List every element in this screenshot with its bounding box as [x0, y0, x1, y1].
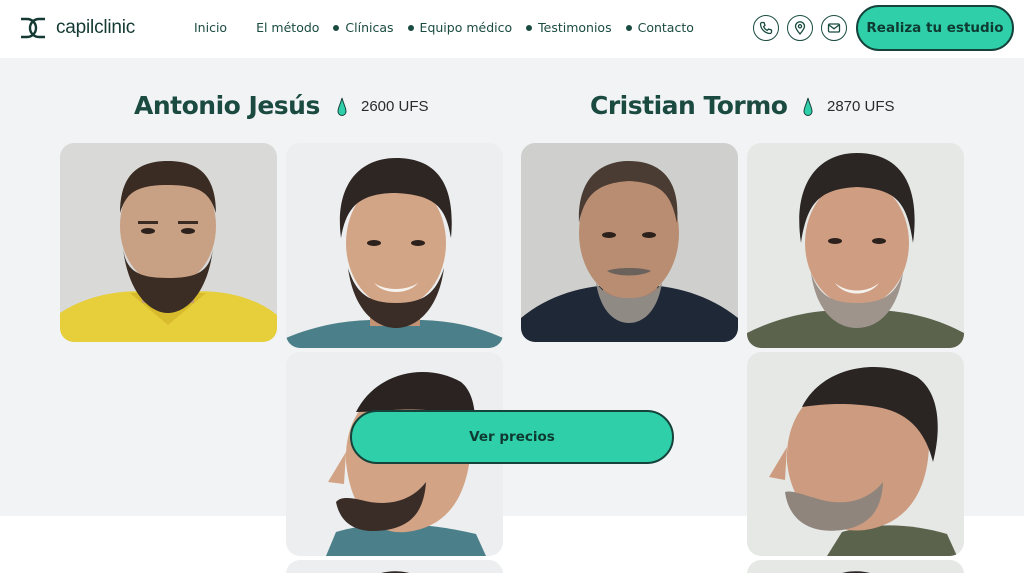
location-button[interactable]: [787, 15, 813, 41]
nav-dot-icon: [625, 24, 632, 31]
logo-mark-icon: [21, 17, 45, 39]
patient-photo-profile[interactable]: [747, 352, 964, 556]
patient-name: Cristian Tormo: [590, 91, 788, 120]
patient-photo-image: [286, 143, 503, 348]
ufs-count: 2600 UFS: [361, 98, 429, 115]
main-nav: Inicio El método Clínicas Equipo médico …: [194, 20, 694, 35]
realiza-tu-estudio-button[interactable]: Realiza tu estudio: [856, 5, 1014, 51]
mail-button[interactable]: [821, 15, 847, 41]
patient-photo-image: [747, 560, 964, 573]
nav-item-equipo-medico[interactable]: Equipo médico: [407, 20, 513, 35]
nav-item-label: Contacto: [637, 20, 694, 35]
nav-item-inicio[interactable]: Inicio: [194, 20, 227, 35]
nav-item-label: Clínicas: [345, 20, 394, 35]
nav-item-label: Inicio: [194, 20, 228, 35]
nav-item-el-metodo[interactable]: El método: [256, 20, 319, 35]
nav-item-clinicas[interactable]: Clínicas: [333, 20, 394, 35]
nav-item-label: Testimonios: [538, 20, 612, 35]
patient-photo-next[interactable]: [747, 560, 964, 573]
nav-dot-icon: [526, 24, 533, 31]
phone-icon: [759, 21, 773, 35]
patient-photo-next[interactable]: [286, 560, 503, 573]
patient-photo-after[interactable]: [747, 143, 964, 348]
location-pin-icon: [794, 21, 806, 35]
patient-name: Antonio Jesús: [134, 91, 320, 120]
nav-item-label: Equipo médico: [419, 20, 513, 35]
nav-dot-icon: [333, 24, 340, 31]
logo-text: capilclinic: [56, 17, 136, 38]
drop-icon: [803, 97, 813, 116]
nav-item-testimonios[interactable]: Testimonios: [526, 20, 612, 35]
phone-button[interactable]: [753, 15, 779, 41]
patient-photo-after[interactable]: [286, 143, 503, 348]
ufs-count: 2870 UFS: [827, 98, 895, 115]
nav-item-contacto[interactable]: Contacto: [625, 20, 694, 35]
patient-photo-image: [747, 143, 964, 348]
logo[interactable]: capilclinic: [18, 14, 135, 42]
site-header: capilclinic Inicio El método Clínicas Eq…: [0, 0, 1024, 58]
ver-precios-button[interactable]: Ver precios: [350, 410, 674, 464]
mail-icon: [827, 23, 841, 33]
patient-photo-image: [60, 143, 277, 342]
patient-photo-image: [747, 352, 964, 556]
nav-item-label: El método: [256, 20, 320, 35]
nav-dot-icon: [407, 24, 414, 31]
patient-photo-image: [521, 143, 738, 342]
patient-photo-image: [286, 560, 503, 573]
patient-photo-before[interactable]: [60, 143, 277, 342]
patient-photo-before[interactable]: [521, 143, 738, 342]
drop-icon: [337, 97, 347, 116]
